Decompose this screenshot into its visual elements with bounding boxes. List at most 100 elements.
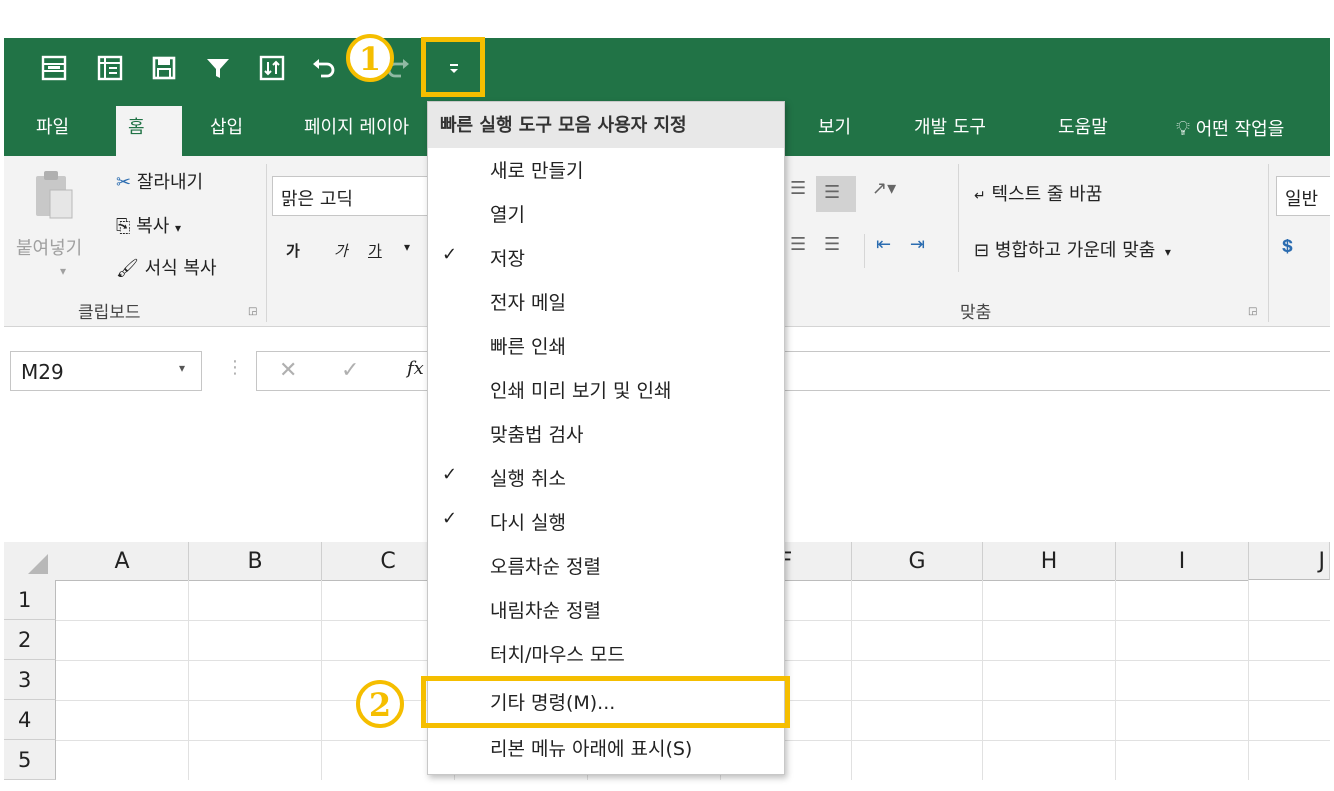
paste-button[interactable] xyxy=(32,168,76,228)
undo-icon[interactable] xyxy=(310,54,338,82)
row-header[interactable]: 4 xyxy=(4,700,56,740)
menu-item-undo[interactable]: ✓ 실행 취소 xyxy=(428,456,784,500)
column-header[interactable]: B xyxy=(189,542,322,581)
menu-item-print-preview[interactable]: 인쇄 미리 보기 및 인쇄 xyxy=(428,368,784,412)
menu-item-sort-ascending[interactable]: 오름차순 정렬 xyxy=(428,544,784,588)
name-box[interactable]: M29 ▾ xyxy=(10,351,202,391)
tab-page-layout[interactable]: 페이지 레이아 xyxy=(292,106,421,156)
insert-function-button[interactable]: fx xyxy=(407,358,424,379)
select-all-icon xyxy=(28,554,48,574)
menu-item-label: 빠른 인쇄 xyxy=(490,336,566,358)
column-header[interactable]: G xyxy=(852,542,983,581)
group-separator xyxy=(1268,164,1269,322)
group-separator xyxy=(266,164,267,322)
row-header[interactable]: 2 xyxy=(4,620,56,660)
paste-dropdown-icon[interactable]: ▾ xyxy=(60,264,66,278)
menu-item-open[interactable]: 열기 xyxy=(428,192,784,236)
cancel-entry-icon[interactable]: ✕ xyxy=(279,358,297,383)
underline-dropdown-icon[interactable]: ▾ xyxy=(404,240,410,254)
align-center-icon[interactable]: ☰ xyxy=(790,234,806,255)
formula-bar-grip-icon[interactable]: ⋮ xyxy=(226,357,244,378)
clipboard-launcher-icon[interactable]: ◲ xyxy=(248,306,257,317)
gridline xyxy=(188,580,189,780)
tab-home[interactable]: 홈 xyxy=(116,106,182,156)
wrap-text-label: 텍스트 줄 바꿈 xyxy=(991,184,1103,205)
paste-label: 붙여넣기 xyxy=(16,238,83,259)
italic-button[interactable]: 가 xyxy=(334,240,348,261)
orientation-icon[interactable]: ↗▾ xyxy=(872,178,896,199)
align-middle-icon[interactable]: ☰ xyxy=(790,178,806,199)
menu-item-label: 맞춤법 검사 xyxy=(490,424,584,446)
menu-item-label: 열기 xyxy=(490,204,525,226)
tab-view[interactable]: 보기 xyxy=(806,106,863,156)
bold-button[interactable]: 가 xyxy=(286,240,300,261)
copy-button[interactable]: ⎘ 복사 ▾ xyxy=(116,212,181,238)
menu-item-spelling[interactable]: 맞춤법 검사 xyxy=(428,412,784,456)
tab-insert[interactable]: 삽입 xyxy=(198,106,255,156)
align-bottom-button-active[interactable]: ☰ xyxy=(816,176,856,212)
menu-item-new[interactable]: 새로 만들기 xyxy=(428,148,784,192)
row-header[interactable]: 3 xyxy=(4,660,56,700)
name-box-value: M29 xyxy=(21,360,64,384)
clipboard-icon xyxy=(36,171,73,219)
column-header[interactable]: A xyxy=(56,542,189,581)
currency-icon[interactable]: 💲︎ xyxy=(1282,236,1293,257)
step-badge-2: 2 xyxy=(356,680,404,728)
tell-me-search[interactable]: 💡︎ 어떤 작업을 xyxy=(1164,106,1296,156)
align-separator xyxy=(958,164,959,272)
menu-item-save[interactable]: ✓ 저장 xyxy=(428,236,784,280)
highlight-box-more-commands xyxy=(421,676,790,728)
save-icon[interactable] xyxy=(150,54,178,82)
menu-item-sort-descending[interactable]: 내림차순 정렬 xyxy=(428,588,784,632)
cut-button[interactable]: ✂ 잘라내기 xyxy=(116,168,203,194)
scissors-icon: ✂ xyxy=(116,172,132,193)
alignment-group-label: 맞춤 xyxy=(960,303,992,323)
gridline xyxy=(851,580,852,780)
menu-item-label: 내림차순 정렬 xyxy=(490,600,601,622)
align-bottom-icon: ☰ xyxy=(824,182,841,203)
underline-button[interactable]: 가 xyxy=(368,240,382,261)
row-header[interactable]: 5 xyxy=(4,740,56,780)
pivot-icon[interactable] xyxy=(96,54,124,82)
gridline xyxy=(321,580,322,780)
tab-developer[interactable]: 개발 도구 xyxy=(902,106,998,156)
filter-icon[interactable] xyxy=(204,54,232,82)
menu-item-show-below-ribbon[interactable]: 리본 메뉴 아래에 표시(S) xyxy=(428,726,784,770)
menu-item-label: 오름차순 정렬 xyxy=(490,556,601,578)
menu-item-touch-mode[interactable]: 터치/마우스 모드 xyxy=(428,632,784,676)
tab-help[interactable]: 도움말 xyxy=(1046,106,1120,156)
align-right-icon[interactable]: ☰ xyxy=(824,234,840,255)
row-header[interactable]: 1 xyxy=(4,580,56,620)
increase-indent-icon[interactable]: ⇥ xyxy=(910,234,925,255)
confirm-entry-icon[interactable]: ✓ xyxy=(341,358,359,383)
form-icon[interactable] xyxy=(40,54,68,82)
number-format-box[interactable]: 일반 xyxy=(1276,176,1330,216)
brush-icon: 🖌︎ xyxy=(116,258,139,279)
merge-center-label: 병합하고 가운데 맞춤 xyxy=(994,240,1156,261)
tab-file[interactable]: 파일 xyxy=(24,106,81,156)
menu-item-email[interactable]: 전자 메일 xyxy=(428,280,784,324)
alignment-launcher-icon[interactable]: ◲ xyxy=(1248,306,1257,317)
sort-icon[interactable] xyxy=(258,54,286,82)
copy-dropdown-icon[interactable]: ▾ xyxy=(175,221,181,235)
column-header[interactable]: I xyxy=(1116,542,1249,581)
formula-input[interactable]: ✕ ✓ fx xyxy=(256,351,1330,391)
select-all-corner[interactable] xyxy=(4,542,57,581)
customize-qat-menu: 빠른 실행 도구 모음 사용자 지정 새로 만들기 열기 ✓ 저장 전자 메일 빠… xyxy=(427,101,785,775)
format-painter-label: 서식 복사 xyxy=(144,258,217,279)
menu-item-quick-print[interactable]: 빠른 인쇄 xyxy=(428,324,784,368)
name-box-dropdown-icon[interactable]: ▾ xyxy=(179,361,185,375)
wrap-text-button[interactable]: ↵ 텍스트 줄 바꿈 xyxy=(974,180,1102,206)
decrease-indent-icon[interactable]: ⇤ xyxy=(876,234,891,255)
merge-center-button[interactable]: ⊟ 병합하고 가운데 맞춤 ▾ xyxy=(974,236,1171,262)
font-name-box[interactable]: 맑은 고딕 xyxy=(272,176,434,216)
column-header[interactable]: J xyxy=(1249,542,1330,580)
format-painter-button[interactable]: 🖌︎ 서식 복사 xyxy=(116,254,217,280)
menu-item-redo[interactable]: ✓ 다시 실행 xyxy=(428,500,784,544)
merge-dropdown-icon[interactable]: ▾ xyxy=(1161,245,1171,259)
clipboard-group-label: 클립보드 xyxy=(78,303,141,323)
highlight-box-qat-dropdown xyxy=(421,37,485,97)
align-separator xyxy=(864,234,865,268)
merge-icon: ⊟ xyxy=(974,240,990,261)
column-header[interactable]: H xyxy=(983,542,1116,581)
